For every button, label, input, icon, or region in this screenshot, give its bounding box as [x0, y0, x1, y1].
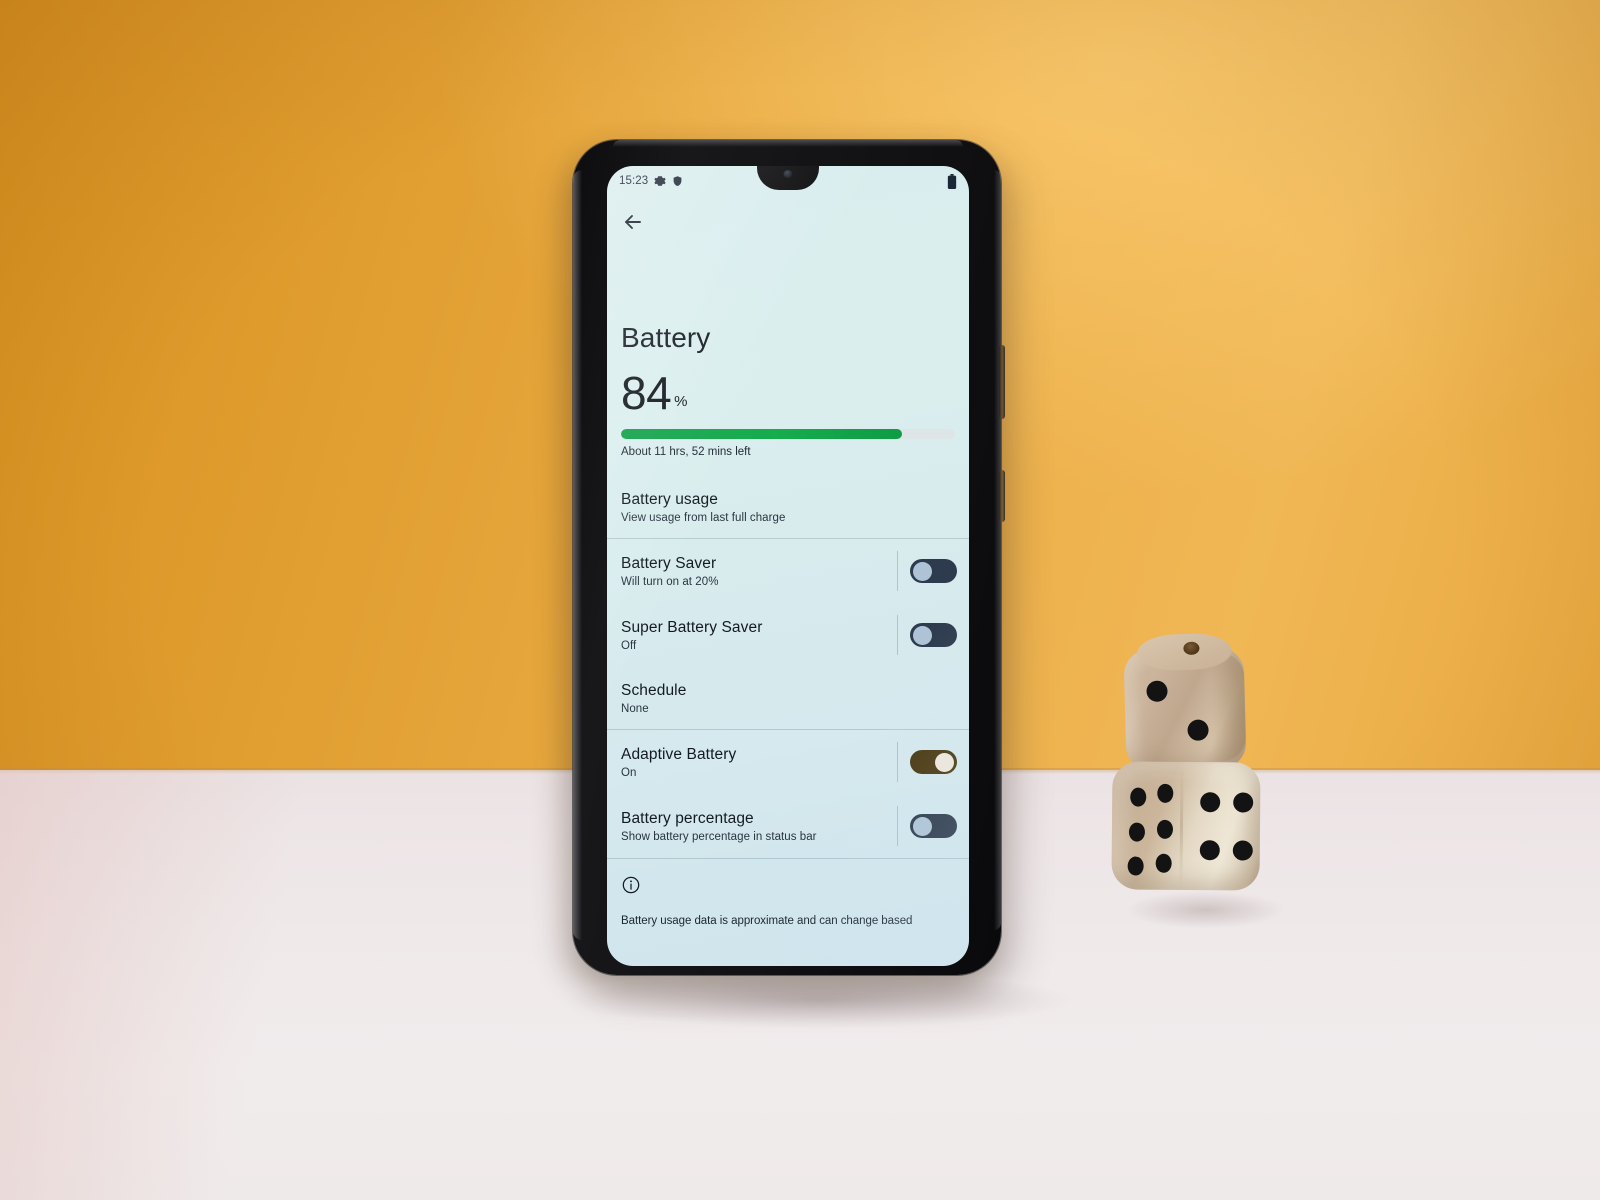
battery-progress-fill	[621, 429, 902, 439]
toggle-switch[interactable]	[910, 559, 957, 583]
control-separator	[897, 551, 898, 591]
battery-level-block: 84 % About 11 hrs, 52 mins left	[607, 354, 969, 458]
wooden-die-bottom	[1111, 761, 1261, 891]
toggle-knob	[913, 625, 932, 645]
settings-row-title: Adaptive Battery	[621, 745, 737, 763]
settings-row-control	[897, 742, 957, 782]
page-title: Battery	[621, 322, 711, 353]
control-separator	[897, 742, 898, 782]
phone-screen: 15:23 Battery 84 % About 11 hrs, 52 mins…	[607, 166, 969, 966]
battery-percent-value: 84	[621, 367, 672, 419]
settings-row[interactable]: Battery Saver Will turn on at 20%	[607, 539, 969, 603]
settings-row-text: Schedule None	[621, 682, 686, 715]
status-bar-left: 15:23	[619, 175, 683, 187]
table-left-reflection	[0, 770, 360, 1200]
footer-block: Battery usage data is approximate and ca…	[607, 859, 969, 927]
toggle-switch[interactable]	[910, 623, 957, 647]
shield-icon	[672, 175, 683, 187]
settings-row-text: Super Battery Saver Off	[621, 619, 762, 652]
settings-row-subtitle: On	[621, 766, 637, 779]
settings-row[interactable]: Super Battery Saver Off	[607, 603, 969, 667]
settings-row[interactable]: Battery usage View usage from last full c…	[607, 476, 969, 538]
control-separator	[897, 615, 898, 655]
settings-row-control	[897, 806, 957, 846]
footer-disclaimer: Battery usage data is approximate and ca…	[621, 915, 913, 927]
die-pip	[1156, 819, 1174, 839]
die-bottom-edge-seam	[1179, 765, 1184, 886]
die-pip	[1187, 719, 1209, 741]
die-pip	[1157, 783, 1174, 803]
phone-right-edge-highlight	[994, 170, 1001, 930]
settings-row[interactable]: Schedule None	[607, 667, 969, 729]
die-pip	[1128, 822, 1146, 842]
die-pip	[1146, 680, 1168, 702]
status-bar: 15:23	[607, 166, 969, 196]
die-pip	[1130, 787, 1147, 807]
die-pip	[1233, 792, 1254, 813]
settings-row-text: Battery usage View usage from last full c…	[621, 491, 785, 524]
gear-icon	[654, 175, 666, 187]
settings-row-control	[897, 615, 957, 655]
wooden-die-top	[1123, 632, 1247, 772]
toggle-switch[interactable]	[910, 814, 957, 838]
settings-row-text: Battery percentage Show battery percentag…	[621, 810, 817, 843]
die-pip	[1199, 840, 1220, 861]
toggle-knob	[935, 752, 954, 772]
die-pip	[1155, 853, 1172, 873]
smartphone-device: 15:23 Battery 84 % About 11 hrs, 52 mins…	[573, 140, 1005, 975]
settings-row-subtitle: Will turn on at 20%	[621, 575, 719, 588]
die-pip	[1232, 840, 1253, 861]
settings-list: Battery usage View usage from last full c…	[607, 476, 969, 859]
control-separator	[897, 806, 898, 846]
die-pip	[1127, 856, 1144, 876]
app-toolbar	[607, 210, 969, 248]
volume-button[interactable]	[999, 345, 1005, 419]
settings-row-subtitle: None	[621, 702, 649, 715]
die-top-side-shading	[1209, 652, 1247, 762]
settings-row[interactable]: Battery percentage Show battery percentag…	[607, 794, 969, 858]
settings-row-control	[897, 551, 957, 591]
battery-time-left: About 11 hrs, 52 mins left	[621, 446, 751, 458]
status-bar-right	[947, 173, 957, 189]
settings-row[interactable]: Adaptive Battery On	[607, 730, 969, 794]
power-button[interactable]	[999, 470, 1005, 522]
settings-row-title: Schedule	[621, 681, 687, 699]
settings-content: Battery 84 % About 11 hrs, 52 mins left …	[607, 262, 969, 927]
settings-row-text: Battery Saver Will turn on at 20%	[621, 555, 718, 588]
info-icon[interactable]	[621, 875, 641, 895]
phone-left-edge-highlight	[573, 170, 582, 940]
toggle-knob	[913, 561, 932, 581]
toggle-switch[interactable]	[910, 750, 957, 774]
settings-row-subtitle: Off	[621, 639, 637, 652]
battery-percent-sign: %	[674, 393, 688, 410]
status-bar-clock: 15:23	[619, 175, 649, 187]
settings-row-text: Adaptive Battery On	[621, 746, 736, 779]
settings-row-title: Battery percentage	[621, 809, 754, 827]
settings-row-title: Super Battery Saver	[621, 618, 763, 636]
settings-row-title: Battery Saver	[621, 554, 717, 572]
settings-row-title: Battery usage	[621, 490, 718, 508]
battery-icon	[947, 173, 957, 189]
settings-row-subtitle: Show battery percentage in status bar	[621, 830, 817, 843]
battery-progress-track	[621, 429, 955, 439]
phone-top-edge-highlight	[613, 140, 963, 147]
back-arrow-icon[interactable]	[621, 210, 645, 234]
battery-percent-row: 84 %	[621, 370, 955, 416]
toggle-knob	[913, 816, 932, 836]
settings-row-subtitle: View usage from last full charge	[621, 511, 786, 524]
die-pip	[1200, 792, 1221, 813]
